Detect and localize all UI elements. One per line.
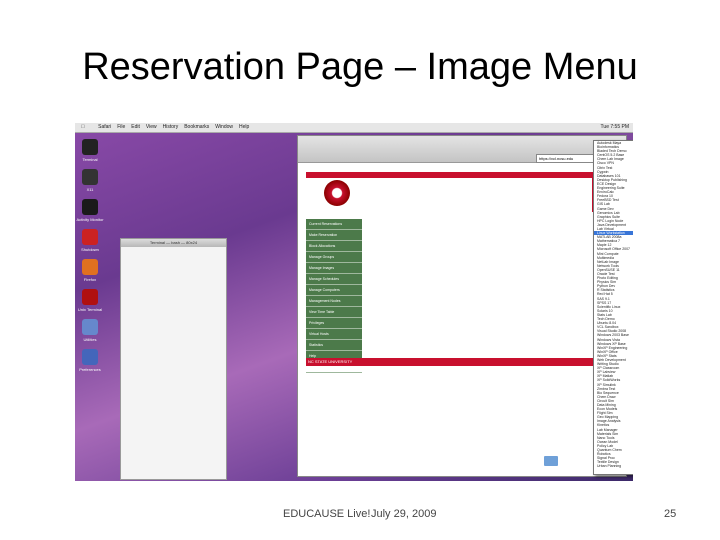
desktop-app-icon[interactable] <box>82 289 98 305</box>
folder-icon[interactable] <box>544 456 558 466</box>
nav-item[interactable]: Manage Images <box>306 263 362 274</box>
nav-item[interactable]: Virtual Hosts <box>306 329 362 340</box>
desktop-app-icon[interactable] <box>82 259 98 275</box>
desktop-icon-label: Firefox <box>83 277 97 282</box>
nav-item[interactable]: Current Reservations <box>306 219 362 230</box>
desktop-icon-label: X11 <box>86 187 94 192</box>
menubar-item[interactable]: Bookmarks <box>184 124 209 130</box>
footer-event: EDUCAUSE Live! <box>283 508 371 520</box>
nav-item[interactable]: Privileges <box>306 318 362 329</box>
desktop-app-icon[interactable] <box>82 349 98 365</box>
desktop-icon-label: Terminal <box>82 157 98 162</box>
menubar-item[interactable]: View <box>146 124 157 130</box>
banner-strip <box>306 172 626 178</box>
vcl-side-nav: Current Reservations Make Reservation Bloc… <box>306 219 362 373</box>
mac-menubar:  Safari File Edit View History Bookmarks Wind… <box>75 123 633 133</box>
nav-item[interactable]: Statistics <box>306 340 362 351</box>
vcl-banner <box>306 172 626 218</box>
menubar-item[interactable]: Safari <box>98 124 111 130</box>
desktop-icon-label: Shutdown <box>81 247 99 252</box>
desktop-icon-label: Activity Monitor <box>76 217 104 222</box>
slide-title: Reservation Page – Image Menu <box>82 46 638 88</box>
vcl-logo-icon <box>324 180 350 206</box>
terminal-title: Terminal — bash — 80x24 <box>121 239 226 247</box>
nav-item[interactable]: View Time Table <box>306 307 362 318</box>
desktop-icon-label: Preferences <box>79 367 101 372</box>
desktop-app-icon[interactable] <box>82 169 98 185</box>
nav-item[interactable]: Block Allocations <box>306 241 362 252</box>
nav-item[interactable]: Make Reservation <box>306 230 362 241</box>
nav-item[interactable]: Manage Groups <box>306 252 362 263</box>
apple-icon[interactable]:  <box>81 124 85 130</box>
screenshot:  Safari File Edit View History Bookmarks Wind… <box>75 123 633 481</box>
folder-label: Alpha <box>545 468 557 473</box>
desktop-app-icon[interactable] <box>82 199 98 215</box>
menubar-clock: Tue 7:55 PM <box>600 124 629 130</box>
browser-window[interactable]: https://vcl.ncsu.edu Current Reservation… <box>297 135 633 477</box>
desktop-app-icon[interactable] <box>82 139 98 155</box>
image-menu-item[interactable]: Urban Planning <box>594 464 633 468</box>
nav-item[interactable]: Management Nodes <box>306 296 362 307</box>
menubar-item[interactable]: Help <box>239 124 249 130</box>
image-dropdown-menu[interactable]: Autodesk Maya Bioinformatics Bladed Tech D… <box>593 140 633 475</box>
ncsu-footer: NC STATE UNIVERSITY <box>306 358 628 366</box>
menubar-item[interactable]: Window <box>215 124 233 130</box>
desktop-icon-label: Unix Terminal <box>77 307 103 312</box>
desktop-app-icon[interactable] <box>82 319 98 335</box>
nav-item[interactable]: Manage Computers <box>306 285 362 296</box>
terminal-window[interactable]: Terminal — bash — 80x24 <box>120 238 227 480</box>
menubar-menus: Safari File Edit View History Bookmarks Window… <box>92 124 249 130</box>
footer-date: July 29, 2009 <box>371 508 437 520</box>
desktop-app-icon[interactable] <box>82 229 98 245</box>
nav-item[interactable]: Manage Schedules <box>306 274 362 285</box>
menubar-item[interactable]: Edit <box>131 124 140 130</box>
desktop-icon-label: Utilities <box>83 337 97 342</box>
image-menu-item[interactable]: Microsoft Office 2007 <box>594 247 633 251</box>
menubar-item[interactable]: History <box>163 124 179 130</box>
page-number: 25 <box>664 508 677 520</box>
menubar-item[interactable]: File <box>117 124 125 130</box>
image-menu-item[interactable]: Windows 2003 Base <box>594 333 633 337</box>
